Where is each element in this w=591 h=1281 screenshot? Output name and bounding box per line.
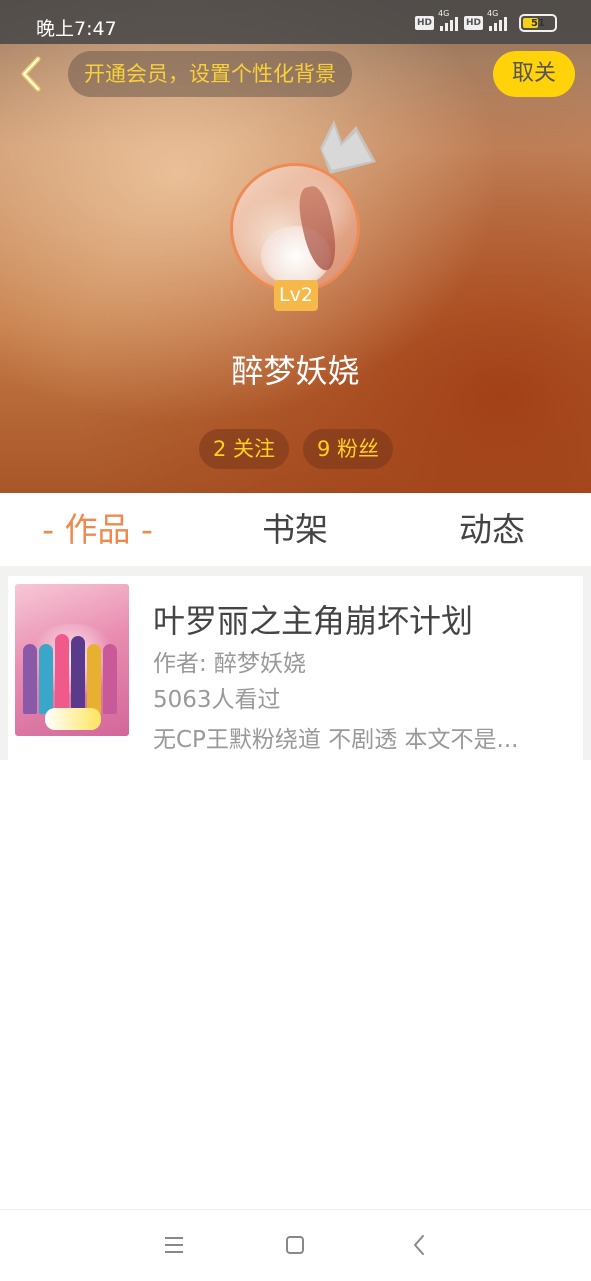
tab-activity[interactable]: 动态 xyxy=(427,493,557,566)
hd-icon: HD xyxy=(414,16,434,30)
section-divider xyxy=(0,566,591,576)
hd-icon: HD xyxy=(463,16,483,30)
status-time: 晚上7:47 xyxy=(36,18,117,40)
following-count[interactable]: 2 关注 xyxy=(199,429,289,469)
avatar[interactable] xyxy=(230,163,360,293)
unfollow-button[interactable]: 取关 xyxy=(493,51,575,97)
tab-works[interactable]: - 作品 - xyxy=(20,493,175,566)
book-cover xyxy=(15,584,129,736)
vip-background-prompt[interactable]: 开通会员，设置个性化背景 xyxy=(68,51,352,97)
battery-level: 51 xyxy=(531,17,545,29)
home-icon[interactable] xyxy=(282,1232,308,1258)
username: 醉梦妖娆 xyxy=(231,352,360,390)
status-bar: 晚上7:47 HD 4G HD 4G 51 xyxy=(0,0,591,44)
profile-header: 晚上7:47 HD 4G HD 4G 51 开通会员，设置个性化背景 取关 Lv… xyxy=(0,0,591,493)
book-description: 无CP王默粉绕道 不剧透 本文不是... xyxy=(153,727,519,753)
book-views: 5063人看过 xyxy=(153,687,281,713)
tab-bookshelf[interactable]: 书架 xyxy=(230,493,360,566)
system-nav-bar xyxy=(0,1209,591,1281)
back-button[interactable] xyxy=(14,54,48,94)
book-author: 作者: 醉梦妖娆 xyxy=(153,651,307,677)
book-title: 叶罗丽之主角崩坏计划 xyxy=(153,602,474,640)
battery-icon: 51 xyxy=(519,14,557,32)
signal-icon: 4G xyxy=(487,9,507,31)
status-icons: HD 4G HD 4G 51 xyxy=(414,9,557,32)
work-card[interactable]: 叶罗丽之主角崩坏计划 作者: 醉梦妖娆 5063人看过 无CP王默粉绕道 不剧透… xyxy=(8,576,583,760)
level-badge: Lv2 xyxy=(274,280,318,311)
chevron-left-icon xyxy=(21,56,41,92)
profile-tabs: - 作品 - 书架 动态 xyxy=(0,493,591,566)
menu-icon[interactable] xyxy=(161,1232,187,1258)
back-nav-icon[interactable] xyxy=(407,1232,433,1258)
crown-icon xyxy=(320,120,376,174)
fans-count[interactable]: 9 粉丝 xyxy=(303,429,393,469)
signal-icon: 4G xyxy=(438,9,458,31)
